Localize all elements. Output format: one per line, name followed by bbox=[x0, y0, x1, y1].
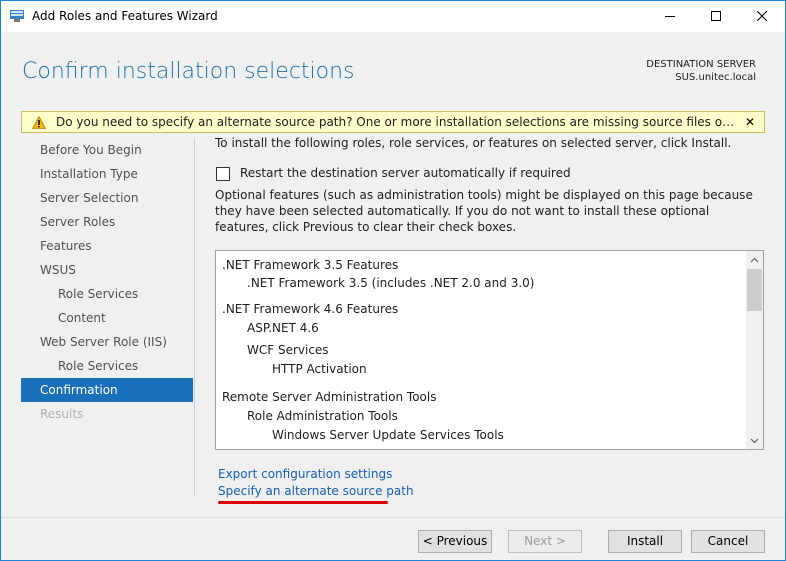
destination-server-name: SUS.unitec.local bbox=[675, 72, 756, 83]
nav-divider bbox=[194, 138, 195, 496]
scroll-down-icon[interactable] bbox=[750, 436, 759, 445]
destination-server-info: DESTINATION SERVER SUS.unitec.local bbox=[646, 58, 756, 84]
page-title: Confirm installation selections bbox=[22, 59, 355, 84]
nav-step-wsus[interactable]: WSUS bbox=[21, 258, 193, 282]
minimize-icon bbox=[665, 16, 675, 17]
warning-close-button[interactable]: ✕ bbox=[742, 114, 758, 130]
nav-step-results: Results bbox=[40, 407, 84, 421]
confirmation-content: To install the following roles, role ser… bbox=[215, 136, 765, 234]
close-window-button[interactable] bbox=[739, 1, 785, 32]
maximize-button[interactable] bbox=[693, 1, 739, 32]
close-icon bbox=[757, 11, 767, 21]
alternate-source-path-link[interactable]: Specify an alternate source path bbox=[218, 484, 414, 498]
selection-item: .NET Framework 4.6 Features bbox=[222, 302, 399, 316]
warning-text: Do you need to specify an alternate sour… bbox=[56, 115, 736, 129]
nav-step-before-you-begin[interactable]: Before You Begin bbox=[21, 138, 193, 162]
cancel-button[interactable]: Cancel bbox=[691, 530, 765, 553]
intro-text: To install the following roles, role ser… bbox=[215, 136, 732, 150]
selection-item: .NET Framework 3.5 Features bbox=[222, 258, 399, 272]
export-configuration-link[interactable]: Export configuration settings bbox=[218, 467, 392, 481]
nav-step-web-server-role-iis[interactable]: Web Server Role (IIS) bbox=[21, 330, 193, 354]
optional-features-note: Optional features (such as administratio… bbox=[215, 188, 753, 234]
nav-step-content[interactable]: Content bbox=[21, 306, 193, 330]
wizard-steps-nav: Before You Begin Installation Type Server … bbox=[21, 138, 193, 426]
selection-item: Windows Server Update Services Tools bbox=[272, 428, 504, 442]
vertical-scrollbar[interactable] bbox=[746, 251, 763, 449]
scroll-up-icon[interactable] bbox=[750, 256, 759, 265]
server-manager-icon bbox=[10, 10, 24, 22]
restart-checkbox[interactable] bbox=[216, 167, 230, 181]
selection-item: Role Administration Tools bbox=[247, 409, 398, 423]
wizard-footer: < Previous Next > Install Cancel bbox=[1, 517, 785, 560]
restart-checkbox-label[interactable]: Restart the destination server automatic… bbox=[240, 166, 571, 180]
warning-banner: Do you need to specify an alternate sour… bbox=[21, 111, 765, 133]
next-button[interactable]: Next > bbox=[508, 530, 582, 553]
wizard-window: Add Roles and Features Wizard Confirm in… bbox=[0, 0, 786, 561]
nav-step-role-services[interactable]: Role Services bbox=[21, 282, 193, 306]
nav-step-server-selection[interactable]: Server Selection bbox=[21, 186, 193, 210]
selection-item: ASP.NET 4.6 bbox=[247, 321, 319, 335]
previous-button[interactable]: < Previous bbox=[418, 530, 492, 553]
minimize-button[interactable] bbox=[647, 1, 693, 32]
selection-item: HTTP Activation bbox=[272, 362, 367, 376]
selection-item: Remote Server Administration Tools bbox=[222, 390, 437, 404]
scrollbar-thumb[interactable] bbox=[747, 269, 762, 311]
selection-item: WCF Services bbox=[247, 343, 329, 357]
selection-item: .NET Framework 3.5 (includes .NET 2.0 an… bbox=[247, 276, 535, 290]
wizard-header: Confirm installation selections DESTINAT… bbox=[1, 32, 785, 108]
selections-list[interactable]: .NET Framework 3.5 Features .NET Framewor… bbox=[215, 250, 764, 450]
nav-step-role-services[interactable]: Role Services bbox=[21, 354, 193, 378]
nav-step-server-roles[interactable]: Server Roles bbox=[21, 210, 193, 234]
nav-step-installation-type[interactable]: Installation Type bbox=[21, 162, 193, 186]
maximize-icon bbox=[711, 11, 721, 21]
destination-label: DESTINATION SERVER bbox=[646, 59, 756, 70]
nav-step-features[interactable]: Features bbox=[21, 234, 193, 258]
title-bar[interactable]: Add Roles and Features Wizard bbox=[1, 1, 785, 32]
install-button[interactable]: Install bbox=[608, 530, 682, 553]
window-title: Add Roles and Features Wizard bbox=[32, 9, 218, 23]
red-annotation-underline bbox=[218, 501, 388, 504]
nav-step-confirmation[interactable]: Confirmation bbox=[21, 378, 193, 402]
warning-icon bbox=[31, 115, 47, 132]
